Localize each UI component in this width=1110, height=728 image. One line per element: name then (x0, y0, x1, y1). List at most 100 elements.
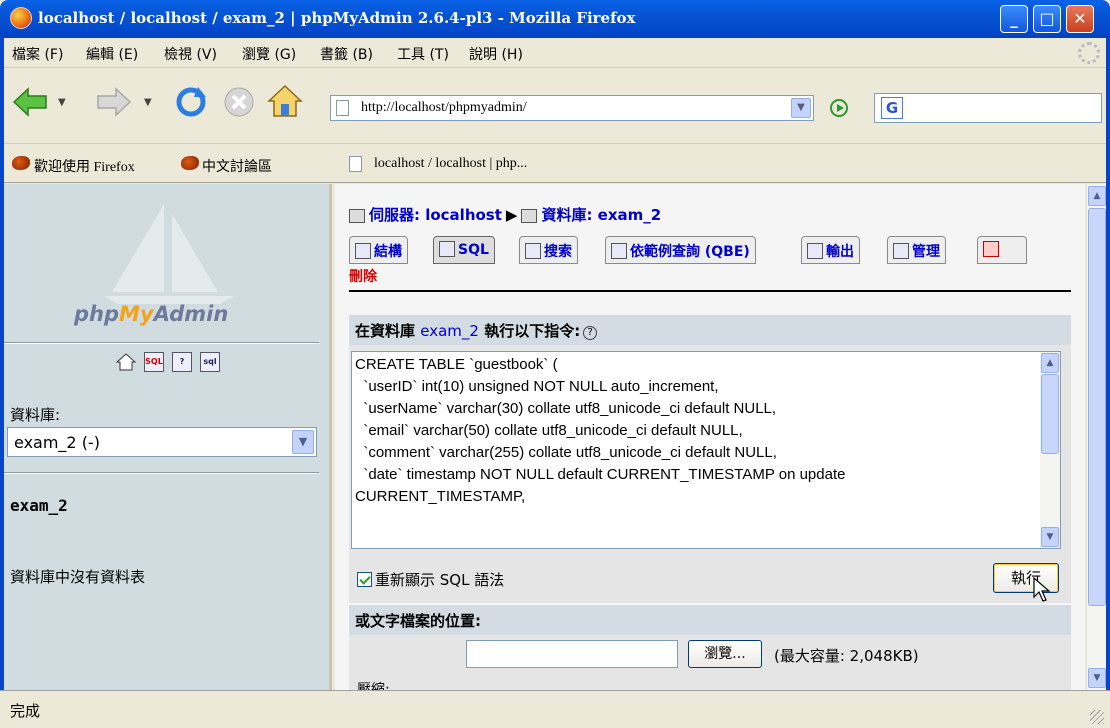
navigation-toolbar: ▼ ▼ http://localhost/phpmyadmin/ ▼ G (4, 69, 1106, 141)
menu-bar: 檔案 (F) 編輯 (E) 檢視 (V) 瀏覽 (G) 書籤 (B) 工具 (T… (4, 38, 1106, 68)
show-sql-option[interactable]: 重新顯示 SQL 語法 (357, 569, 504, 590)
tab-qbe[interactable]: 依範例查詢 (QBE) (605, 236, 756, 264)
current-database-name[interactable]: exam_2 (10, 496, 68, 515)
bookmark-forum[interactable]: 中文討論區 (202, 156, 272, 176)
sailboat-icon (104, 204, 234, 304)
bookmark-localhost[interactable]: localhost / localhost | php... (374, 156, 527, 172)
stop-icon (224, 87, 254, 117)
home-button[interactable] (266, 83, 304, 119)
page-icon (336, 100, 349, 116)
phpmyadmin-logo[interactable]: phpMyAdmin (4, 184, 329, 339)
sql-panel-body: CREATE TABLE `guestbook` ( `userID` int(… (349, 345, 1071, 603)
help-icon[interactable]: ? (172, 352, 192, 372)
bookmarks-toolbar: 歡迎使用 Firefox 中文討論區 localhost / localhost… (4, 143, 1106, 183)
page-scrollbar[interactable]: ▲ ▼ (1086, 184, 1106, 690)
scroll-down-icon[interactable]: ▼ (1088, 668, 1106, 688)
status-bar: 完成 (0, 690, 1110, 728)
tab-underline (349, 290, 1071, 292)
sql-header-database-link[interactable]: exam_2 (420, 322, 479, 340)
sql-window-icon[interactable]: sql (200, 352, 220, 372)
show-sql-checkbox[interactable] (357, 572, 372, 587)
tab-drop-label[interactable]: 刪除 (349, 266, 377, 286)
forward-dropdown-icon[interactable]: ▼ (144, 97, 152, 108)
structure-icon (355, 243, 371, 259)
scroll-thumb[interactable] (1088, 208, 1106, 606)
firefox-icon (10, 7, 32, 29)
database-select-value: exam_2 (-) (14, 433, 100, 452)
file-upload-header: 或文字檔案的位置: (349, 605, 1071, 635)
stop-button[interactable] (222, 85, 256, 119)
reload-icon (176, 87, 206, 117)
maximize-button[interactable]: □ (1033, 5, 1061, 33)
menu-help[interactable]: 說明 (H) (469, 44, 523, 64)
logo-text: phpMyAdmin (74, 302, 229, 326)
menu-view[interactable]: 檢視 (V) (164, 44, 217, 64)
window-title: localhost / localhost / exam_2 | phpMyAd… (38, 9, 636, 27)
window-frame-right (1106, 38, 1110, 728)
main-content-frame: 伺服器: localhost ▶ 資料庫: exam_2 結構 SQL 搜索 依範例… (335, 184, 1085, 690)
breadcrumb-separator-icon: ▶ (505, 206, 518, 224)
tab-drop[interactable] (977, 236, 1027, 264)
browse-button[interactable]: 瀏覽... (688, 640, 762, 668)
divider (4, 342, 319, 344)
file-path-input[interactable] (466, 640, 678, 668)
scroll-down-icon[interactable]: ▼ (1041, 527, 1059, 547)
divider (4, 472, 319, 474)
menu-go[interactable]: 瀏覽 (G) (242, 44, 296, 64)
back-button[interactable] (12, 87, 48, 117)
tab-sql[interactable]: SQL (433, 236, 495, 264)
forward-button[interactable] (96, 87, 132, 117)
chevron-down-icon[interactable]: ▼ (292, 430, 314, 454)
search-input[interactable]: G (874, 93, 1102, 123)
resize-grip-icon[interactable] (1090, 710, 1104, 724)
go-icon[interactable] (830, 99, 848, 117)
sql-panel-header: 在資料庫 exam_2 執行以下指令:? (349, 315, 1071, 345)
firefox-bookmark-icon (12, 156, 30, 170)
scroll-up-icon[interactable]: ▲ (1088, 186, 1106, 206)
menu-bookmarks[interactable]: 書籤 (B) (320, 44, 373, 64)
home-icon (267, 84, 303, 117)
google-icon[interactable]: G (881, 97, 903, 119)
breadcrumb: 伺服器: localhost ▶ 資料庫: exam_2 (349, 204, 661, 225)
server-icon (349, 208, 365, 223)
sql-query-textarea[interactable]: CREATE TABLE `guestbook` ( `userID` int(… (351, 351, 1061, 549)
database-icon (521, 208, 538, 223)
tab-structure[interactable]: 結構 (349, 236, 408, 264)
drop-icon (983, 241, 999, 257)
home-icon[interactable] (116, 352, 136, 372)
database-select[interactable]: exam_2 (-) ▼ (7, 427, 317, 457)
url-text: http://localhost/phpmyadmin/ (361, 100, 527, 115)
back-arrow-icon (12, 87, 47, 117)
bookmark-welcome[interactable]: 歡迎使用 Firefox (34, 156, 135, 176)
tab-search[interactable]: 搜索 (519, 236, 578, 264)
forward-arrow-icon (97, 87, 132, 117)
back-dropdown-icon[interactable]: ▼ (58, 97, 66, 108)
sql-icon (439, 241, 455, 257)
menu-file[interactable]: 檔案 (F) (12, 44, 63, 64)
close-button[interactable]: ✕ (1066, 5, 1094, 33)
url-dropdown-icon[interactable]: ▼ (791, 98, 811, 118)
minimize-button[interactable]: _ (1000, 5, 1028, 33)
status-text: 完成 (10, 702, 41, 720)
sql-query-icon[interactable]: SQL (144, 352, 164, 372)
file-upload-body: 瀏覽... (最大容量: 2,048KB) 壓縮: (349, 635, 1071, 690)
breadcrumb-server[interactable]: 伺服器: localhost (369, 206, 502, 224)
reload-button[interactable] (174, 85, 208, 119)
scroll-up-icon[interactable]: ▲ (1041, 353, 1059, 373)
tab-export[interactable]: 輸出 (801, 236, 860, 264)
no-tables-message: 資料庫中沒有資料表 (10, 568, 146, 586)
address-bar[interactable]: http://localhost/phpmyadmin/ ▼ (330, 95, 814, 121)
menu-tools[interactable]: 工具 (T) (397, 44, 449, 64)
compression-label: 壓縮: (357, 682, 390, 690)
export-icon (807, 243, 823, 259)
show-sql-label: 重新顯示 SQL 語法 (375, 571, 505, 589)
breadcrumb-database[interactable]: 資料庫: exam_2 (541, 206, 661, 224)
title-bar: localhost / localhost / exam_2 | phpMyAd… (0, 0, 1110, 38)
left-navigation-frame: phpMyAdmin SQL ? sql 資料庫: exam_2 (-) ▼ e… (4, 184, 332, 690)
help-icon[interactable]: ? (583, 326, 598, 340)
tab-operations[interactable]: 管理 (887, 236, 946, 264)
scroll-thumb[interactable] (1041, 374, 1059, 454)
sql-textarea-scrollbar[interactable]: ▲ ▼ (1040, 352, 1060, 548)
menu-edit[interactable]: 編輯 (E) (86, 44, 138, 64)
search-icon (525, 243, 541, 259)
